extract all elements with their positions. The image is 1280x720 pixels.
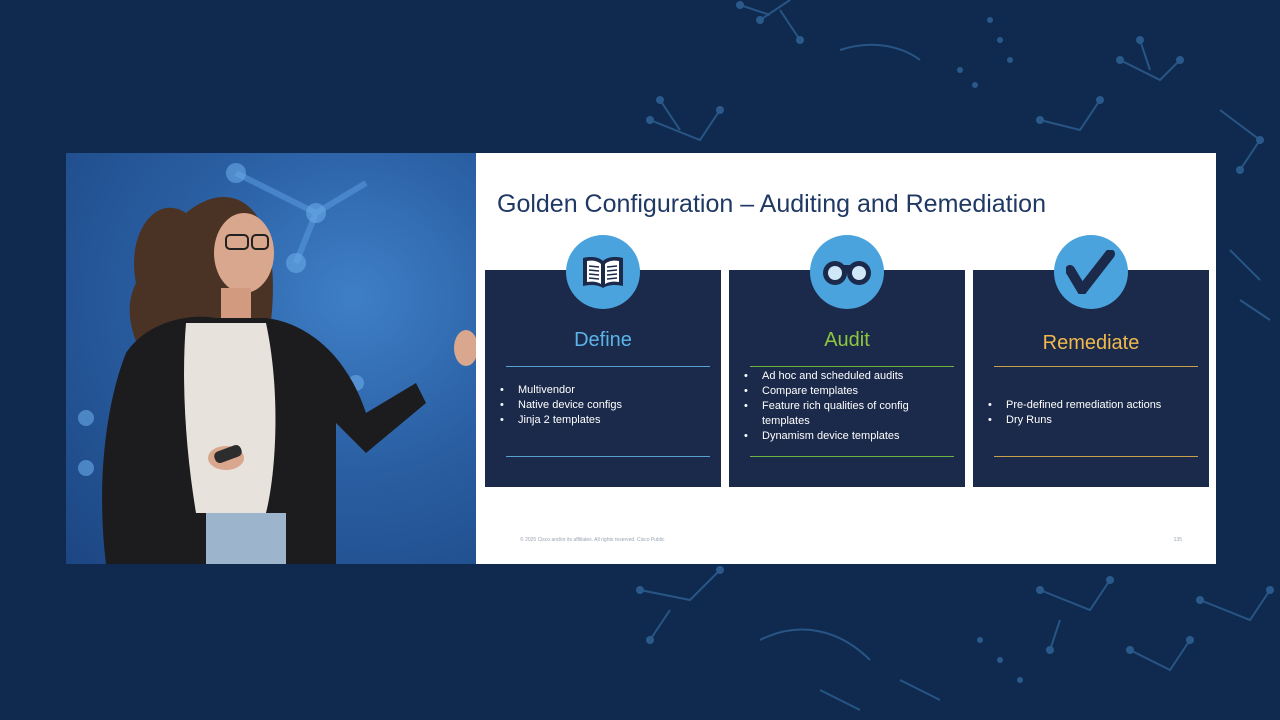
define-card: Define Multivendor Native device configs…	[485, 235, 721, 487]
list-item: Feature rich qualities of config templat…	[743, 399, 957, 429]
list-item: Ad hoc and scheduled audits	[743, 369, 957, 384]
list-item: Pre-defined remediation actions	[987, 398, 1201, 413]
book-icon	[566, 235, 640, 309]
remediate-bottom-rule	[994, 456, 1198, 457]
remediate-title: Remediate	[1042, 332, 1140, 354]
list-item: Multivendor	[499, 383, 713, 398]
list-item: Dynamism device templates	[743, 429, 957, 444]
list-item: Jinja 2 templates	[499, 413, 713, 428]
presentation-slide: Golden Configuration – Auditing and Reme…	[476, 153, 1216, 564]
list-item: Native device configs	[499, 398, 713, 413]
slide-footer: © 2025 Cisco and/or its affiliates. All …	[520, 537, 665, 543]
define-top-rule	[506, 366, 710, 367]
remediate-top-rule	[994, 366, 1198, 367]
audit-list: Ad hoc and scheduled audits Compare temp…	[743, 369, 957, 444]
remediate-card: Remediate Pre-defined remediation action…	[973, 235, 1209, 487]
define-title: Define	[574, 329, 632, 351]
define-list: Multivendor Native device configs Jinja …	[499, 383, 713, 428]
slide-title: Golden Configuration – Auditing and Reme…	[497, 190, 1046, 218]
audit-title: Audit	[824, 329, 870, 351]
list-item: Compare templates	[743, 384, 957, 399]
speaker-video	[66, 153, 476, 564]
list-item: Dry Runs	[987, 413, 1201, 428]
checkmark-icon	[1054, 235, 1128, 309]
audit-top-rule	[750, 366, 954, 367]
define-bottom-rule	[506, 456, 710, 457]
audit-bottom-rule	[750, 456, 954, 457]
binoculars-icon	[810, 235, 884, 309]
page-number: 135	[1173, 537, 1182, 543]
audit-card: Audit Ad hoc and scheduled audits Compar…	[729, 235, 965, 487]
remediate-list: Pre-defined remediation actions Dry Runs	[987, 398, 1201, 428]
